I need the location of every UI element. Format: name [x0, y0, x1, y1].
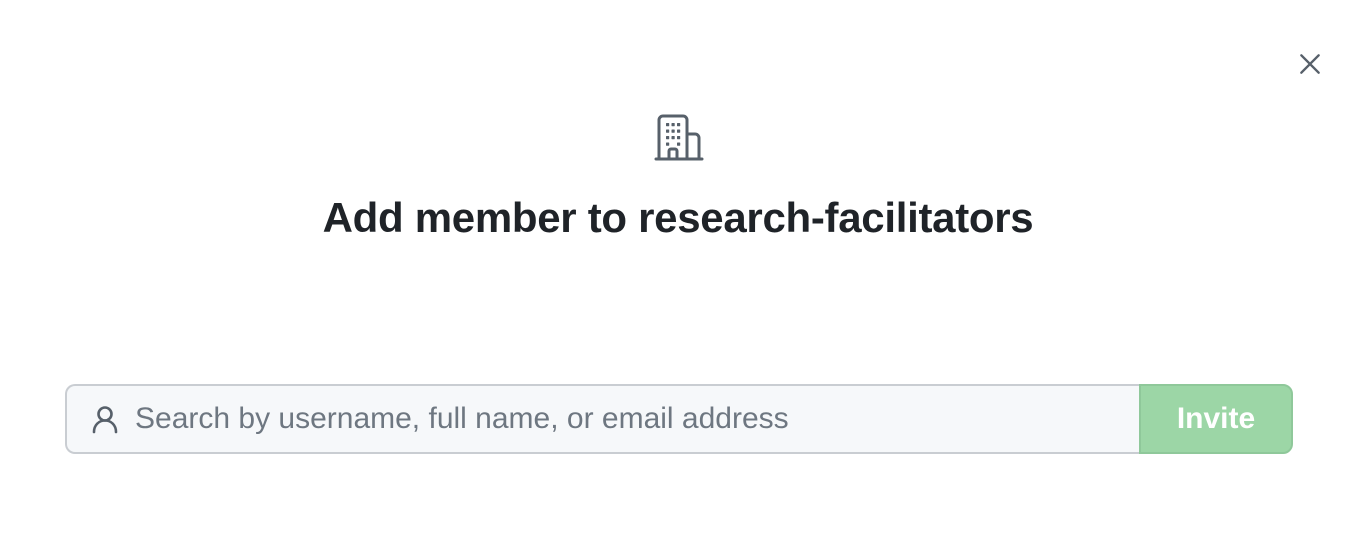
organization-icon	[654, 114, 704, 161]
dialog-title: Add member to research-facilitators	[322, 194, 1034, 241]
close-button[interactable]	[1292, 46, 1328, 82]
person-icon	[92, 406, 118, 434]
invite-button[interactable]: Invite	[1139, 384, 1293, 454]
member-search-field[interactable]	[65, 384, 1139, 454]
add-member-dialog: Add member to research-facilitators Invi…	[0, 0, 1356, 536]
member-search-input[interactable]	[135, 389, 1139, 449]
invite-form: Invite	[65, 384, 1293, 454]
close-icon	[1300, 54, 1320, 74]
